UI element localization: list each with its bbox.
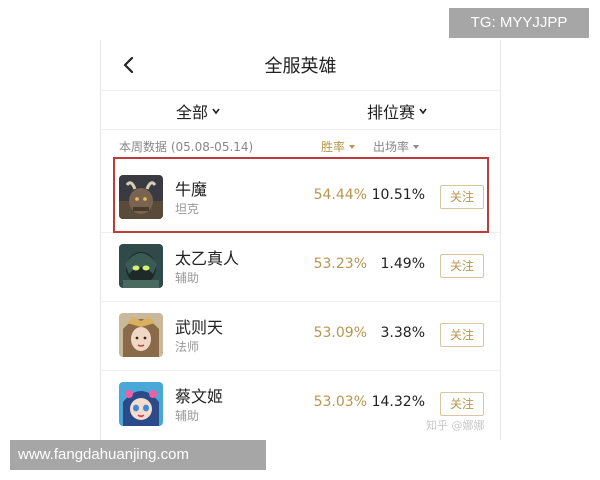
hero-role: 法师 xyxy=(175,340,200,354)
header: 全服英雄 xyxy=(101,40,500,90)
filter-bar: 全部 排位赛 xyxy=(101,90,500,130)
hero-avatar xyxy=(119,244,163,288)
sort-win-rate[interactable]: 胜率 xyxy=(321,138,356,155)
hero-name: 太乙真人 xyxy=(175,249,240,268)
filter-mode-label: 排位赛 xyxy=(367,103,416,122)
follow-button[interactable]: 关注 xyxy=(440,254,484,278)
win-rate-value: 53.23% xyxy=(313,256,367,272)
pick-rate-value: 14.32% xyxy=(371,394,425,410)
win-rate-value: 53.03% xyxy=(313,394,367,410)
follow-button[interactable]: 关注 xyxy=(440,185,484,209)
caiwenji-portrait xyxy=(119,382,163,426)
follow-button[interactable]: 关注 xyxy=(440,323,484,347)
sort-win-rate-label: 胜率 xyxy=(321,140,346,154)
bull-demon-portrait xyxy=(119,175,163,219)
hero-role: 坦克 xyxy=(175,202,200,216)
hero-avatar xyxy=(119,313,163,357)
hero-role: 辅助 xyxy=(175,409,200,423)
follow-button[interactable]: 关注 xyxy=(440,392,484,416)
wuzetian-portrait xyxy=(119,313,163,357)
pick-rate-value: 1.49% xyxy=(380,256,425,272)
taiyi-portrait xyxy=(119,244,163,288)
hero-row[interactable]: 武则天 法师 53.09% 3.38% 关注 xyxy=(101,302,500,371)
stats-header: 本周数据 (05.08-05.14) 胜率 出场率 xyxy=(101,138,500,158)
telegram-watermark: TG: MYYJJPP xyxy=(449,8,589,38)
hero-role: 辅助 xyxy=(175,271,200,285)
win-rate-value: 53.09% xyxy=(313,325,367,341)
hero-name: 武则天 xyxy=(175,318,224,337)
week-label: 本周数据 (05.08-05.14) xyxy=(119,140,254,154)
hero-row[interactable]: 太乙真人 辅助 53.23% 1.49% 关注 xyxy=(101,233,500,302)
filter-all-label: 全部 xyxy=(176,103,209,122)
hero-name: 蔡文姬 xyxy=(175,387,224,406)
sort-arrow-icon xyxy=(349,144,356,149)
website-watermark: www.fangdahuanjing.com xyxy=(10,440,266,470)
zhihu-watermark: 知乎 @娜娜 xyxy=(426,419,485,432)
chevron-down-icon xyxy=(212,108,220,115)
sort-pick-rate[interactable]: 出场率 xyxy=(373,138,420,155)
win-rate-value: 54.44% xyxy=(313,187,367,203)
hero-avatar xyxy=(119,175,163,219)
hero-name: 牛魔 xyxy=(175,180,208,199)
hero-avatar xyxy=(119,382,163,426)
sort-arrow-icon xyxy=(413,144,420,149)
filter-all-dropdown[interactable]: 全部 xyxy=(176,99,221,123)
page: 全服英雄 全部 排位赛 本周数据 (05.08-05.14) 胜率 出场率 牛魔… xyxy=(0,0,600,480)
pick-rate-value: 3.38% xyxy=(380,325,425,341)
pick-rate-value: 10.51% xyxy=(371,187,425,203)
hero-list-screen: 全服英雄 全部 排位赛 本周数据 (05.08-05.14) 胜率 出场率 牛魔… xyxy=(100,40,501,440)
sort-pick-rate-label: 出场率 xyxy=(373,140,410,154)
hero-row[interactable]: 牛魔 坦克 54.44% 10.51% 关注 xyxy=(101,164,500,233)
chevron-down-icon xyxy=(419,108,427,115)
filter-mode-dropdown[interactable]: 排位赛 xyxy=(367,99,428,123)
page-title: 全服英雄 xyxy=(264,56,337,77)
